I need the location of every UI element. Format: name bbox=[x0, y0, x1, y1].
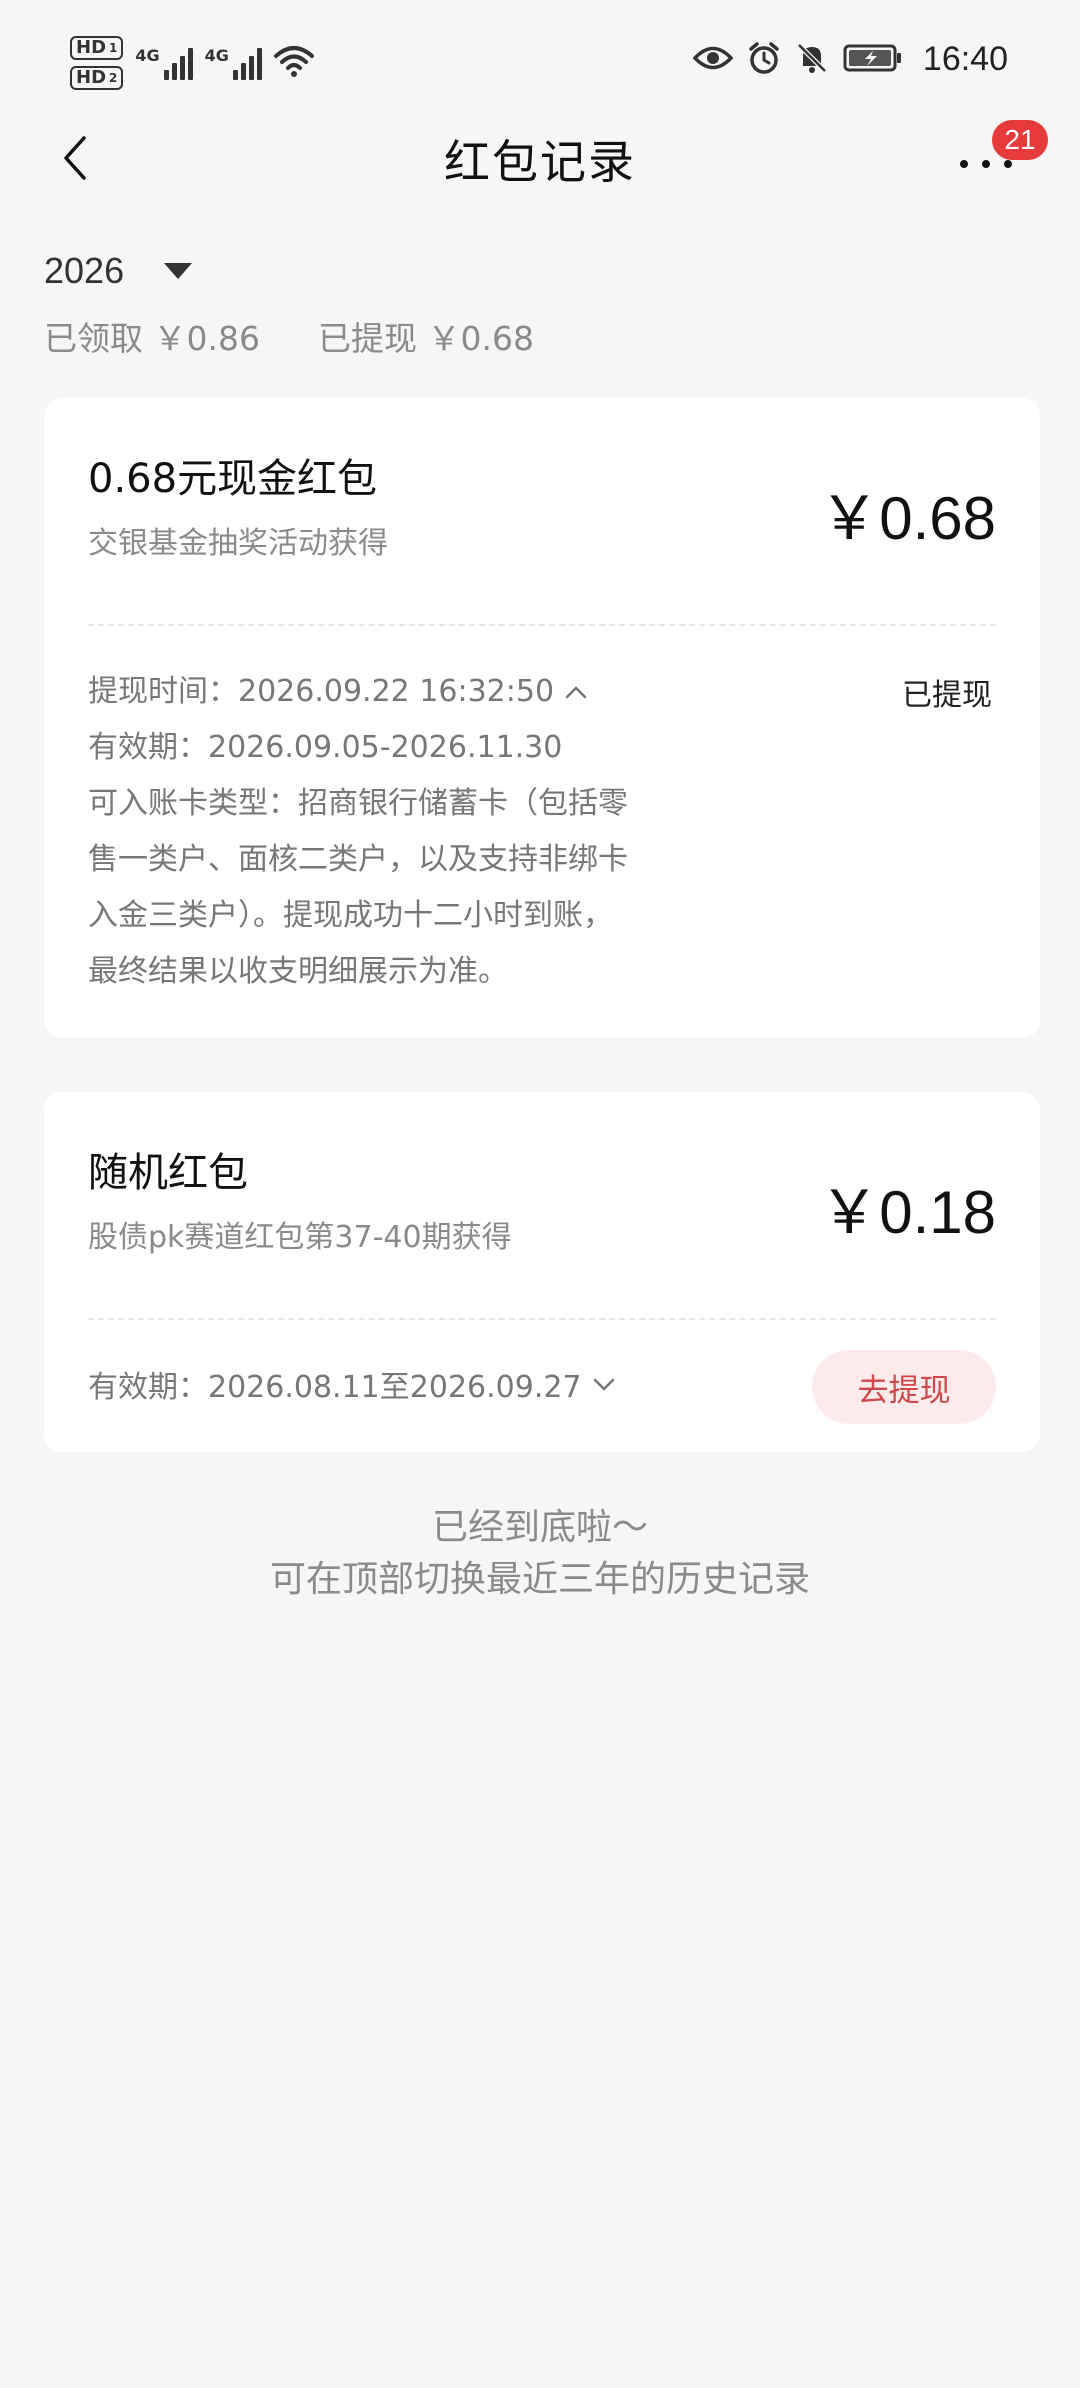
hd1-icon: HD 1 bbox=[70, 36, 124, 60]
more-dots-icon bbox=[960, 160, 1012, 168]
bell-off-icon bbox=[795, 41, 829, 79]
summary-row: 已领取 ￥0.86 已提现 ￥0.68 bbox=[44, 312, 534, 360]
chevron-up-icon bbox=[565, 686, 587, 699]
received-total: 已领取 ￥0.86 bbox=[44, 319, 260, 358]
clock: 16:40 bbox=[922, 40, 1008, 78]
record-title: 0.68元现金红包 bbox=[88, 456, 378, 502]
validity-toggle[interactable]: 有效期：2026.08.11至2026.09.27 bbox=[88, 1362, 616, 1406]
record-details: 提现时间：2026.09.22 16:32:50 有效期：2026.09.05-… bbox=[88, 664, 648, 1000]
signal-icon-2: 4G bbox=[205, 46, 262, 80]
account-type-line: 最终结果以收支明细展示为准。 bbox=[88, 954, 508, 989]
battery-charging-icon bbox=[843, 43, 903, 77]
history-hint: 可在顶部切换最近三年的历史记录 bbox=[269, 1559, 810, 1600]
wifi-icon bbox=[273, 44, 314, 82]
hd2-icon: HD 2 bbox=[70, 66, 124, 90]
record-amount: ￥0.18 bbox=[819, 1179, 996, 1246]
status-label: 已提现 bbox=[902, 678, 992, 713]
chevron-down-icon bbox=[593, 1378, 614, 1391]
status-left: HD 1 HD 2 4G 4G bbox=[70, 36, 314, 90]
notification-badge: 21 bbox=[992, 120, 1048, 160]
divider bbox=[88, 1318, 996, 1320]
withdrawn-total: 已提现 ￥0.68 bbox=[317, 319, 534, 358]
account-type-line: 可入账卡类型：招商银行储蓄卡（包括零 bbox=[88, 786, 628, 821]
record-title: 随机红包 bbox=[88, 1150, 248, 1196]
divider bbox=[88, 624, 996, 626]
record-source: 股债pk赛道红包第37-40期获得 bbox=[88, 1220, 512, 1255]
page-title: 红包记录 bbox=[444, 135, 636, 189]
withdraw-time-toggle[interactable]: 提现时间：2026.09.22 16:32:50 bbox=[88, 664, 648, 720]
caret-down-icon bbox=[164, 263, 193, 279]
withdraw-time: 提现时间：2026.09.22 16:32:50 bbox=[88, 674, 555, 709]
more-button[interactable]: 21 bbox=[960, 120, 1048, 180]
validity: 有效期：2026.09.05-2026.11.30 bbox=[88, 730, 563, 765]
status-right: 16:40 bbox=[692, 40, 1008, 79]
end-line: 已经到底啦～ bbox=[431, 1507, 648, 1548]
record-card: 0.68元现金红包 交银基金抽奖活动获得 ￥0.68 提现时间：2026.09.… bbox=[44, 398, 1040, 1038]
record-card: 随机红包 股债pk赛道红包第37-40期获得 ￥0.18 有效期：2026.08… bbox=[44, 1092, 1040, 1452]
validity: 有效期：2026.08.11至2026.09.27 bbox=[88, 1370, 582, 1405]
alarm-icon bbox=[747, 41, 781, 79]
year-selector[interactable]: 2026 bbox=[44, 250, 193, 292]
account-type-line: 入金三类户）。提现成功十二小时到账， bbox=[88, 898, 613, 933]
withdraw-button[interactable]: 去提现 bbox=[812, 1350, 996, 1424]
nav-bar: 红包记录 21 bbox=[0, 110, 1080, 200]
account-type-line: 售一类户、面核二类户，以及支持非绑卡 bbox=[88, 842, 628, 877]
end-of-list-note: 已经到底啦～ 可在顶部切换最近三年的历史记录 bbox=[0, 1502, 1080, 1606]
record-amount: ￥0.68 bbox=[819, 485, 996, 552]
hd-indicators: HD 1 HD 2 bbox=[70, 36, 124, 90]
year-label: 2026 bbox=[44, 250, 125, 291]
signal-icon: 4G bbox=[135, 46, 193, 80]
eye-icon bbox=[692, 43, 734, 77]
record-source: 交银基金抽奖活动获得 bbox=[88, 526, 388, 561]
